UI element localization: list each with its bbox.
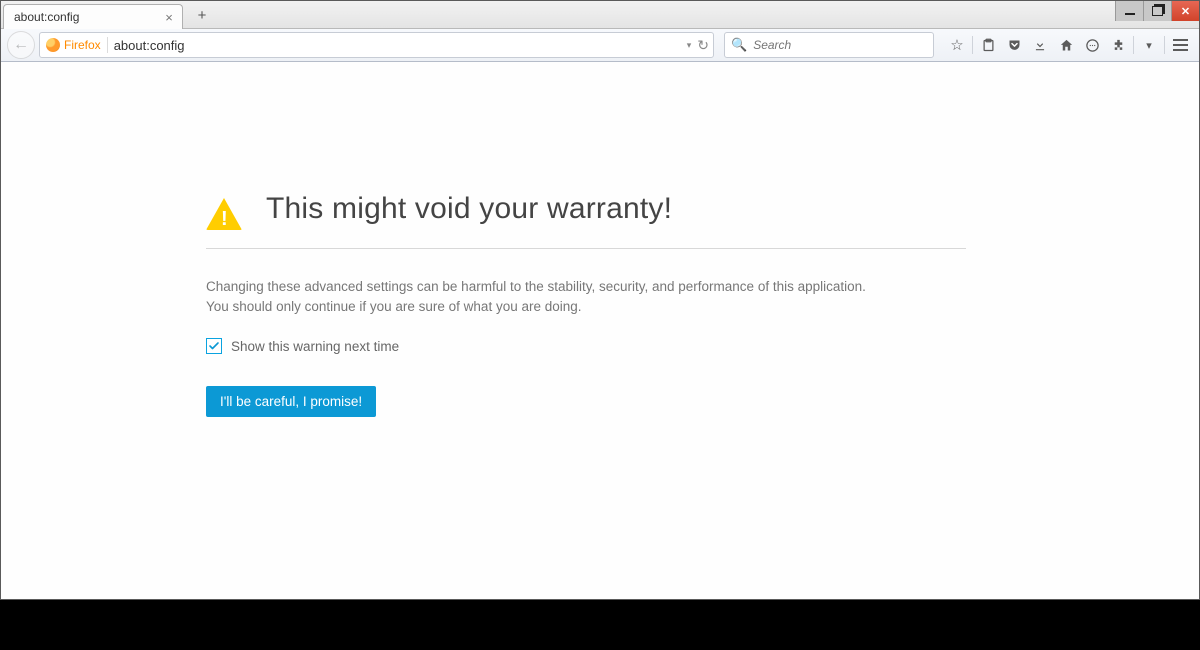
- warning-heading: This might void your warranty!: [266, 192, 672, 226]
- tab-title: about:config: [14, 10, 162, 24]
- toolbar-separator: [972, 36, 973, 54]
- show-warning-checkbox[interactable]: [206, 338, 222, 354]
- navigation-toolbar: ← Firefox about:config ▾ ↻ 🔍 ☆: [1, 29, 1199, 62]
- overflow-dropdown-icon[interactable]: ▾: [1136, 32, 1162, 58]
- accept-risk-button[interactable]: I'll be careful, I promise!: [206, 386, 376, 417]
- firefox-icon: [46, 38, 60, 52]
- new-tab-button[interactable]: +: [189, 4, 215, 26]
- identity-label: Firefox: [64, 38, 101, 52]
- addon-icon[interactable]: [1105, 32, 1131, 58]
- show-warning-label: Show this warning next time: [231, 339, 399, 354]
- close-tab-icon[interactable]: ×: [162, 10, 176, 24]
- toolbar-icons: ☆ ▾: [944, 32, 1193, 58]
- window-minimize-button[interactable]: [1115, 1, 1143, 21]
- home-icon[interactable]: [1053, 32, 1079, 58]
- toolbar-separator: [1133, 36, 1134, 54]
- hamburger-icon: [1173, 39, 1188, 51]
- back-button[interactable]: ←: [7, 31, 35, 59]
- search-bar[interactable]: 🔍: [724, 32, 934, 58]
- chat-icon[interactable]: [1079, 32, 1105, 58]
- history-dropdown-icon[interactable]: ▾: [687, 40, 692, 51]
- arrow-left-icon: ←: [13, 36, 29, 54]
- bookmark-star-icon[interactable]: ☆: [944, 32, 970, 58]
- menu-button[interactable]: [1167, 32, 1193, 58]
- window-maximize-button[interactable]: [1143, 1, 1171, 21]
- window-close-button[interactable]: [1171, 1, 1199, 21]
- content-area: This might void your warranty! Changing …: [1, 62, 1199, 599]
- identity-separator: [107, 37, 108, 53]
- tab-about-config[interactable]: about:config ×: [3, 4, 183, 29]
- toolbar-separator: [1164, 36, 1165, 54]
- warning-triangle-icon: [206, 198, 242, 230]
- browser-window: about:config × + ← Firefox about:config …: [0, 0, 1200, 600]
- url-text[interactable]: about:config: [114, 38, 687, 53]
- pocket-icon[interactable]: [1001, 32, 1027, 58]
- search-icon: 🔍: [731, 37, 747, 53]
- downloads-icon[interactable]: [1027, 32, 1053, 58]
- reload-icon[interactable]: ↻: [697, 37, 709, 54]
- window-controls: [1115, 1, 1199, 21]
- tab-strip: about:config × +: [1, 1, 1199, 29]
- url-bar[interactable]: Firefox about:config ▾ ↻: [39, 32, 714, 58]
- search-input[interactable]: [751, 37, 927, 53]
- library-icon[interactable]: [975, 32, 1001, 58]
- warranty-warning-panel: This might void your warranty! Changing …: [206, 192, 966, 599]
- warning-description: Changing these advanced settings can be …: [206, 277, 886, 316]
- check-icon: [208, 340, 220, 352]
